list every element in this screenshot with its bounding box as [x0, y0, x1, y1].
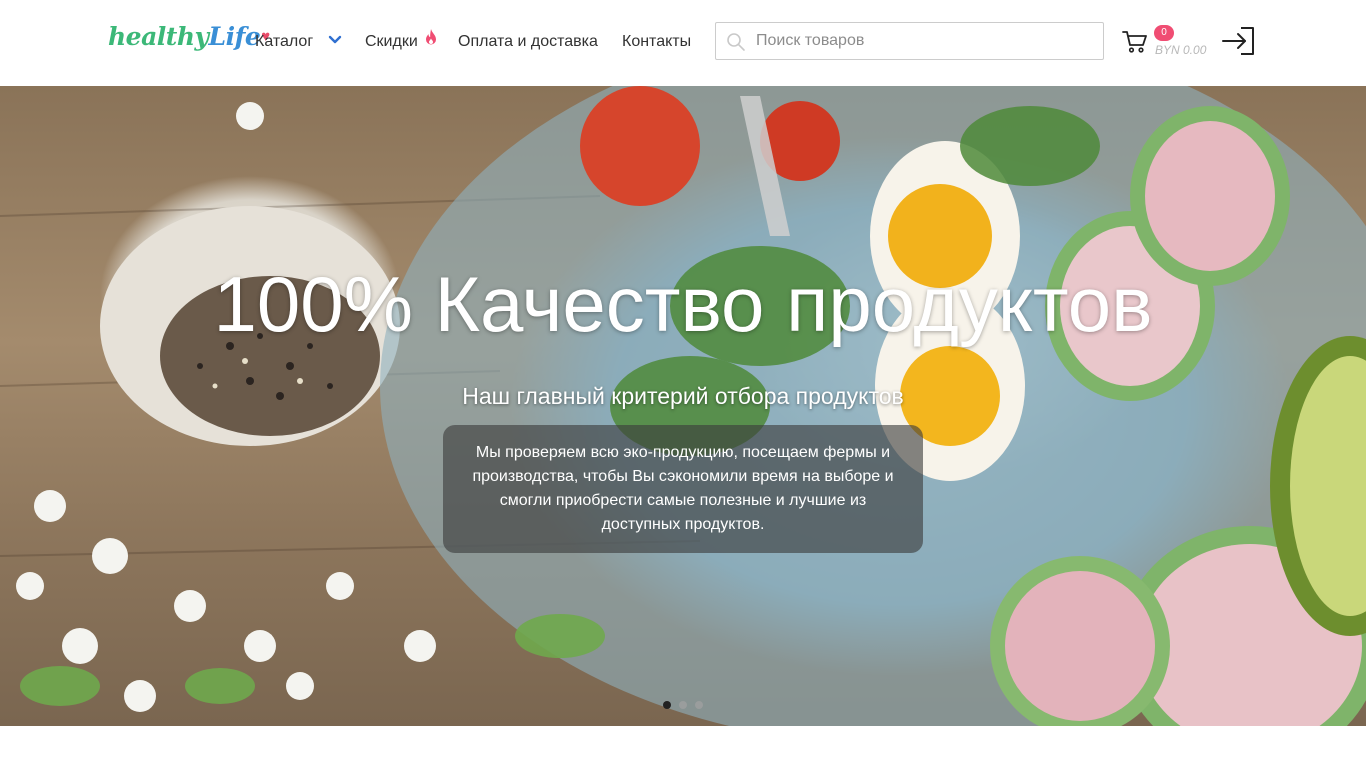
carousel-dot-1[interactable]: [663, 701, 671, 709]
logo[interactable]: healthy Life ♥: [108, 22, 270, 66]
nav-payment-delivery[interactable]: Оплата и доставка: [458, 31, 598, 53]
hero-carousel: 100% Качество продуктов Наш главный крит…: [0, 86, 1366, 726]
nav-discounts[interactable]: Скидки: [365, 28, 437, 53]
carousel-dot-3[interactable]: [695, 701, 703, 709]
cart-total: BYN 0.00: [1155, 43, 1207, 57]
carousel-dot-2[interactable]: [679, 701, 687, 709]
search-box: [715, 22, 1104, 60]
nav-discounts-label: Скидки: [365, 33, 418, 50]
hero-subtitle: Наш главный критерий отбора продуктов: [462, 383, 904, 409]
carousel-indicators: [663, 701, 703, 709]
hero-title: 100% Качество продуктов: [213, 260, 1153, 348]
login-icon[interactable]: [1221, 26, 1257, 61]
cart-count-badge: 0: [1154, 25, 1174, 41]
fire-icon: [425, 28, 437, 52]
nav-contacts[interactable]: Контакты: [622, 31, 691, 53]
nav-catalog[interactable]: Каталог: [255, 31, 342, 53]
hero-description: Мы проверяем всю эко-продукцию, посещаем…: [443, 425, 923, 553]
cart-icon[interactable]: [1122, 30, 1148, 59]
nav-catalog-label: Каталог: [255, 33, 314, 50]
search-input[interactable]: [754, 23, 1096, 59]
logo-text-healthy: healthy: [108, 22, 209, 51]
logo-text-life: Life: [208, 22, 261, 51]
site-header: healthy Life ♥ Каталог Скидки Оплата и дос…: [0, 0, 1366, 86]
chevron-down-icon: [328, 30, 342, 52]
search-icon[interactable]: [726, 32, 746, 57]
